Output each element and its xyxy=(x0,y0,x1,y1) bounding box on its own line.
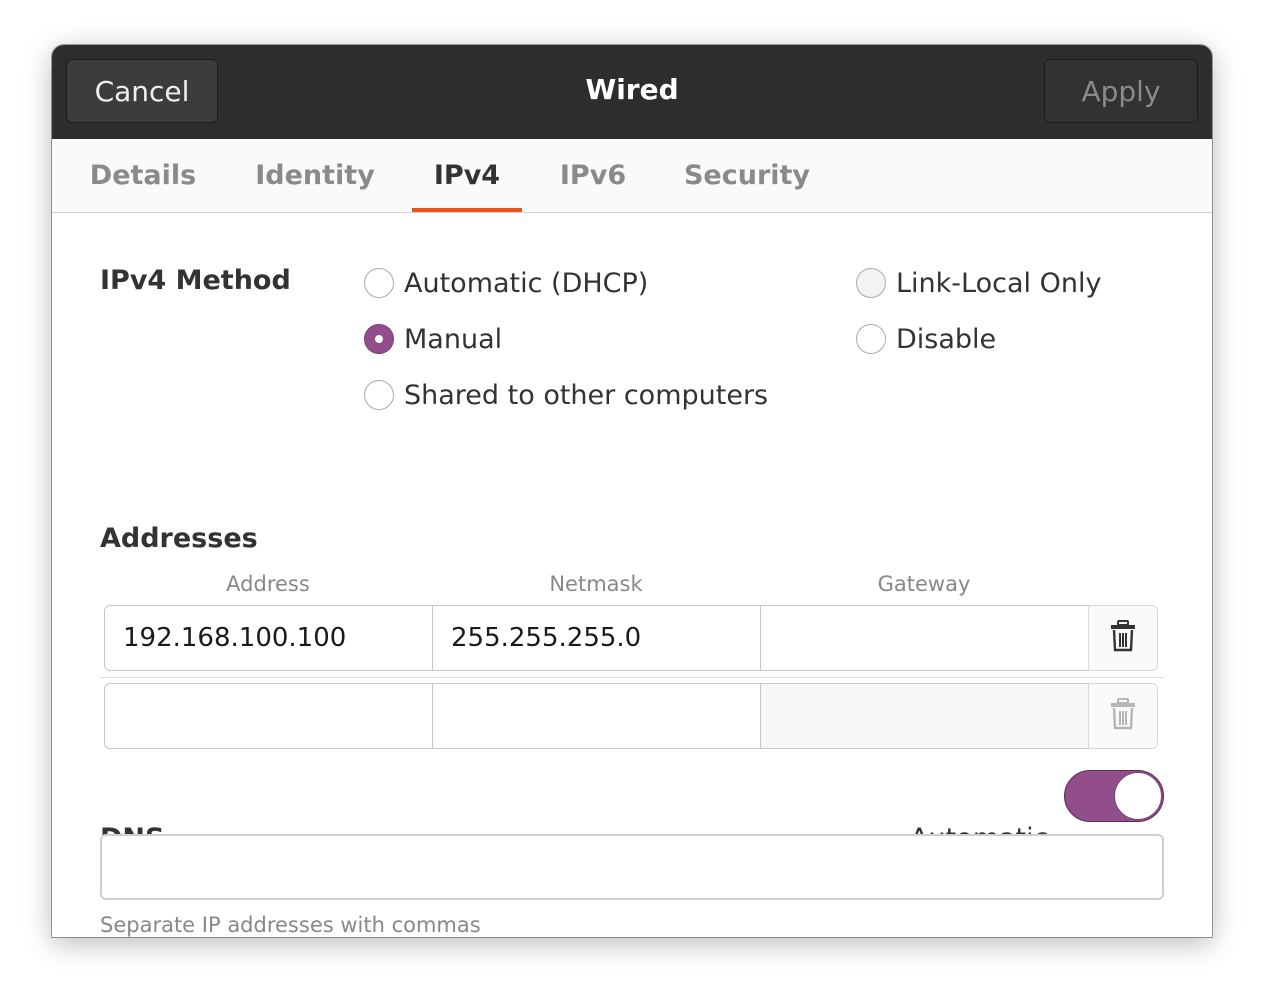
radio-label: Automatic (DHCP) xyxy=(404,267,649,299)
radio-manual[interactable]: Manual xyxy=(364,322,502,356)
dns-hint: Separate IP addresses with commas xyxy=(100,913,481,937)
radio-indicator-selected xyxy=(364,324,394,354)
netmask-input[interactable] xyxy=(432,683,761,749)
address-input[interactable] xyxy=(104,683,433,749)
gateway-input[interactable] xyxy=(760,605,1089,671)
ipv4-method-label: IPv4 Method xyxy=(100,265,291,296)
radio-indicator xyxy=(364,268,394,298)
radio-label: Disable xyxy=(896,323,997,355)
wired-settings-dialog: Cancel Wired Apply Details Identity IPv4… xyxy=(52,45,1212,937)
dialog-title: Wired xyxy=(585,73,679,106)
header-bar: Cancel Wired Apply xyxy=(52,45,1212,139)
ipv4-page: IPv4 Method Automatic (DHCP) Manual Shar… xyxy=(52,213,1212,937)
radio-indicator xyxy=(856,324,886,354)
address-input[interactable]: 192.168.100.100 xyxy=(104,605,433,671)
column-header-netmask: Netmask xyxy=(549,572,643,596)
trash-icon xyxy=(1110,698,1136,734)
delete-address-button[interactable] xyxy=(1088,605,1158,671)
radio-label: Manual xyxy=(404,323,503,355)
dns-automatic-switch[interactable] xyxy=(1064,770,1164,822)
radio-label: Link-Local Only xyxy=(896,267,1102,299)
tab-security[interactable]: Security xyxy=(684,139,810,212)
apply-button[interactable]: Apply xyxy=(1044,59,1198,123)
radio-indicator xyxy=(856,268,886,298)
netmask-input[interactable]: 255.255.255.0 xyxy=(432,605,761,671)
radio-automatic-dhcp[interactable]: Automatic (DHCP) xyxy=(364,266,648,300)
gateway-input[interactable] xyxy=(760,683,1089,749)
tab-ipv6[interactable]: IPv6 xyxy=(560,139,626,212)
column-header-gateway: Gateway xyxy=(877,572,971,596)
address-row: 192.168.100.100 255.255.255.0 xyxy=(104,605,1158,671)
address-row xyxy=(104,683,1158,749)
row-separator xyxy=(100,677,1164,678)
radio-link-local-only[interactable]: Link-Local Only xyxy=(856,266,1101,300)
radio-disable[interactable]: Disable xyxy=(856,322,996,356)
tab-bar: Details Identity IPv4 IPv6 Security xyxy=(52,139,1212,213)
trash-icon xyxy=(1110,620,1136,656)
dns-servers-input[interactable] xyxy=(100,834,1164,900)
switch-knob xyxy=(1114,772,1162,820)
addresses-label: Addresses xyxy=(100,523,258,554)
tab-ipv4[interactable]: IPv4 xyxy=(412,139,522,212)
radio-shared[interactable]: Shared to other computers xyxy=(364,378,768,412)
column-header-address: Address xyxy=(226,572,310,596)
radio-label: Shared to other computers xyxy=(404,379,769,411)
radio-indicator xyxy=(364,380,394,410)
delete-address-button[interactable] xyxy=(1088,683,1158,749)
tab-details[interactable]: Details xyxy=(90,139,196,212)
tab-identity[interactable]: Identity xyxy=(255,139,375,212)
